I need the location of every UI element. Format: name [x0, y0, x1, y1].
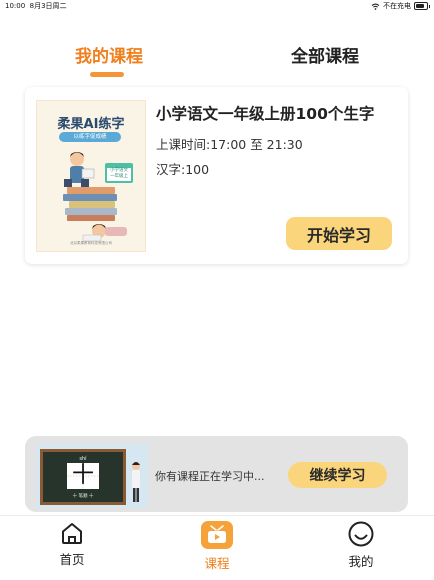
- lesson-thumbnail[interactable]: shí 十 十 笔顺 十: [36, 444, 148, 508]
- battery-icon: [414, 2, 430, 10]
- tab-active-indicator: [90, 72, 124, 77]
- cover-illustration: [63, 152, 133, 242]
- course-name: 小学语文一年级上册100个生字: [156, 105, 375, 123]
- nav-courses-label: 课程: [204, 556, 230, 571]
- resume-bar[interactable]: shí 十 十 笔顺 十 你有课程正在学习中... 继续学习: [25, 436, 408, 512]
- nav-courses[interactable]: 课程: [177, 520, 257, 572]
- charging-status: 不在充电: [383, 2, 411, 10]
- start-learning-button[interactable]: 开始学习: [286, 217, 392, 250]
- cover-badge-line2: 一年级上: [110, 174, 128, 179]
- course-char-count: 汉字:100: [156, 162, 210, 177]
- tv-icon: [201, 521, 233, 549]
- bottom-nav: 首页 课程 我的: [0, 515, 434, 580]
- resume-message: 你有课程正在学习中...: [155, 470, 265, 483]
- smiley-icon: [348, 521, 374, 547]
- home-icon: [62, 523, 82, 544]
- course-cover: 柔果AI练字 以练字促成绩 小学语文 一年级上 北京柔果教育科技有限公司: [36, 100, 146, 252]
- cover-badge: 小学语文 一年级上: [105, 168, 133, 181]
- thumb-character: 十: [71, 463, 94, 488]
- continue-learning-button[interactable]: 继续学习: [288, 462, 387, 488]
- thumb-caption: 十 笔顺 十: [72, 494, 94, 499]
- nav-mine-label: 我的: [348, 554, 374, 569]
- nav-home-label: 首页: [59, 552, 85, 567]
- nav-mine[interactable]: 我的: [321, 520, 401, 570]
- course-time: 上课时间:17:00 至 21:30: [156, 137, 303, 152]
- tab-my-courses[interactable]: 我的课程: [75, 42, 143, 67]
- thumb-pinyin: shí: [79, 456, 87, 462]
- status-left: 10:00 8月3日周二: [5, 1, 67, 11]
- cover-footer: 北京柔果教育科技有限公司: [70, 241, 112, 245]
- status-bar: 10:00 8月3日周二 不在充电: [0, 0, 434, 12]
- course-card[interactable]: 柔果AI练字 以练字促成绩 小学语文 一年级上 北京柔果教育科技有限公司 小学语…: [25, 87, 408, 264]
- status-time: 10:00: [5, 2, 26, 10]
- wifi-icon: [371, 3, 380, 10]
- course-tabs: 我的课程 全部课程: [0, 42, 434, 82]
- nav-home[interactable]: 首页: [32, 520, 112, 568]
- cover-subtitle: 以练字促成绩: [59, 132, 121, 142]
- tab-all-courses[interactable]: 全部课程: [291, 42, 359, 67]
- cover-title: 柔果AI练字: [57, 117, 125, 132]
- status-date: 8月3日周二: [29, 2, 67, 10]
- status-right: 不在充电: [371, 1, 430, 11]
